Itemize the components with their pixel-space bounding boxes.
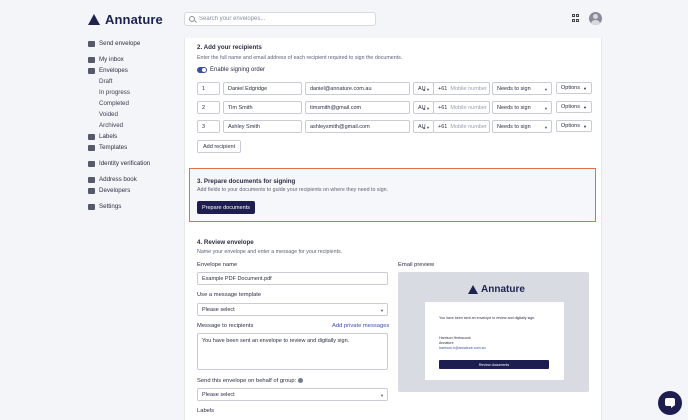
inbox-icon — [88, 56, 95, 63]
recipient-role-select[interactable]: Needs to sign ▼ — [492, 101, 552, 114]
group-label: Send this envelope on behalf of group: — [197, 378, 304, 384]
search-input[interactable] — [199, 16, 369, 22]
chevron-down-icon: ▼ — [380, 308, 384, 313]
caret-down-icon: ▼ — [582, 85, 587, 91]
signing-order-label: Enable signing order — [210, 67, 266, 73]
chevron-down-icon: ▼ — [380, 393, 384, 398]
message-label: Message to recipients — [197, 323, 254, 329]
sidebar-item-my-inbox[interactable]: My inbox — [88, 54, 183, 65]
preview-sender-email: harrison.h@annature.com.au — [439, 346, 486, 350]
mobile-number-input[interactable]: +61 Mobile number — [433, 82, 490, 95]
recipient-email-input[interactable]: timsmith@gmail.com — [305, 101, 410, 114]
user-avatar[interactable] — [589, 12, 602, 25]
recipient-options-button[interactable]: Options ▼ — [556, 120, 592, 132]
chevron-down-icon: ▼ — [544, 87, 548, 92]
recipient-order-input[interactable]: 3 — [197, 120, 220, 133]
recipient-email-input[interactable]: ashleysmith@gmail.com — [305, 120, 410, 133]
recipient-role-select[interactable]: Needs to sign ▼ — [492, 120, 552, 133]
sidebar-item-in-progress[interactable]: In progress — [88, 87, 183, 98]
recipient-name-input[interactable]: Ashley Smith — [223, 120, 302, 133]
chevron-down-icon: ▼ — [544, 106, 548, 111]
label-icon — [88, 133, 95, 140]
country-code-select[interactable]: AU ▲▼ — [413, 120, 434, 133]
add-recipient-button[interactable]: Add recipient — [197, 140, 242, 153]
preview-sender-org: Annature — [439, 341, 454, 345]
sidebar-item-address-book[interactable]: Address book — [88, 174, 183, 185]
group-select[interactable]: Please select ▼ — [197, 388, 388, 401]
review-title: 4. Review envelope — [197, 239, 254, 246]
envelope-name-label: Envelope name — [197, 262, 238, 268]
search-bar[interactable] — [184, 12, 376, 26]
message-template-label: Use a message template — [197, 292, 262, 298]
fingerprint-icon — [88, 160, 95, 167]
search-icon — [189, 16, 195, 22]
recipients-title: 2. Add your recipients — [197, 44, 262, 51]
sidebar-item-developers[interactable]: Developers — [88, 185, 183, 196]
apps-grid-icon[interactable] — [572, 14, 580, 22]
brand-logo[interactable]: Annature — [88, 12, 163, 27]
address-book-icon — [88, 176, 95, 183]
sidebar-item-draft[interactable]: Draft — [88, 76, 183, 87]
caret-down-icon: ▼ — [582, 104, 587, 110]
country-code-select[interactable]: AU ▲▼ — [413, 82, 434, 95]
prepare-subtitle: Add fields to your documents to guide yo… — [197, 187, 389, 193]
prepare-title: 3. Prepare documents for signing — [197, 178, 296, 185]
labels-label: Labels — [197, 408, 215, 414]
recipient-order-input[interactable]: 1 — [197, 82, 220, 95]
recipient-name-input[interactable]: Tim Smith — [223, 101, 302, 114]
select-arrows-icon: ▲▼ — [422, 87, 430, 92]
sidebar-item-identity-verification[interactable]: Identity verification — [88, 158, 183, 169]
preview-brand-logo: Annature — [468, 284, 525, 295]
sidebar-item-voided[interactable]: Voided — [88, 109, 183, 120]
recipient-options-button[interactable]: Options ▼ — [556, 82, 592, 94]
recipient-name-input[interactable]: Daniel Edgridge — [223, 82, 302, 95]
send-icon — [88, 40, 95, 47]
info-icon[interactable] — [298, 378, 304, 383]
preview-message: You have been sent an envelope to review… — [439, 316, 536, 320]
mobile-number-input[interactable]: +61 Mobile number — [433, 120, 490, 133]
code-icon — [88, 187, 95, 194]
sidebar-item-completed[interactable]: Completed — [88, 98, 183, 109]
prepare-documents-button[interactable]: Prepare documents — [197, 201, 255, 214]
preview-sender-name: Harrison Hrebscouk — [439, 336, 471, 340]
mobile-number-input[interactable]: +61 Mobile number — [433, 101, 490, 114]
chevron-down-icon: ▼ — [544, 125, 548, 130]
select-arrows-icon: ▲▼ — [422, 125, 430, 130]
annature-logo-icon — [88, 14, 100, 25]
recipient-order-input[interactable]: 2 — [197, 101, 220, 114]
recipient-role-select[interactable]: Needs to sign ▼ — [492, 82, 552, 95]
sidebar-item-templates[interactable]: Templates — [88, 142, 183, 153]
signing-order-toggle[interactable] — [197, 67, 207, 73]
sidebar-item-send-envelope[interactable]: Send envelope — [88, 38, 183, 49]
caret-down-icon: ▼ — [582, 123, 587, 129]
select-arrows-icon: ▲▼ — [422, 106, 430, 111]
envelope-name-input[interactable]: Example PDF Document.pdf — [197, 272, 388, 285]
review-subtitle: Name your envelope and enter a message f… — [197, 249, 343, 255]
envelope-icon — [88, 67, 95, 74]
add-private-messages-link[interactable]: Add private messages — [332, 323, 389, 329]
settings-icon — [88, 203, 95, 210]
sidebar-item-labels[interactable]: Labels — [88, 131, 183, 142]
chat-icon[interactable] — [658, 391, 682, 415]
sidebar-item-archived[interactable]: Archived — [88, 120, 183, 131]
message-template-select[interactable]: Please select ▼ — [197, 303, 388, 316]
recipient-options-button[interactable]: Options ▼ — [556, 101, 592, 113]
recipients-subtitle: Enter the full name and email address of… — [197, 55, 403, 61]
country-code-select[interactable]: AU ▲▼ — [413, 101, 434, 114]
sidebar-item-settings[interactable]: Settings — [88, 201, 183, 212]
message-textarea[interactable]: You have been sent an envelope to review… — [197, 333, 388, 370]
email-preview-label: Email preview — [398, 262, 435, 268]
preview-review-documents-button: Review documents — [439, 360, 549, 369]
sidebar-item-envelopes[interactable]: Envelopes — [88, 65, 183, 76]
sidebar: Send envelope My inbox Envelopes Draft I… — [88, 38, 183, 212]
brand-name: Annature — [105, 12, 163, 27]
recipient-email-input[interactable]: daniel@annature.com.au — [305, 82, 410, 95]
template-icon — [88, 144, 95, 151]
annature-logo-icon — [468, 285, 478, 294]
